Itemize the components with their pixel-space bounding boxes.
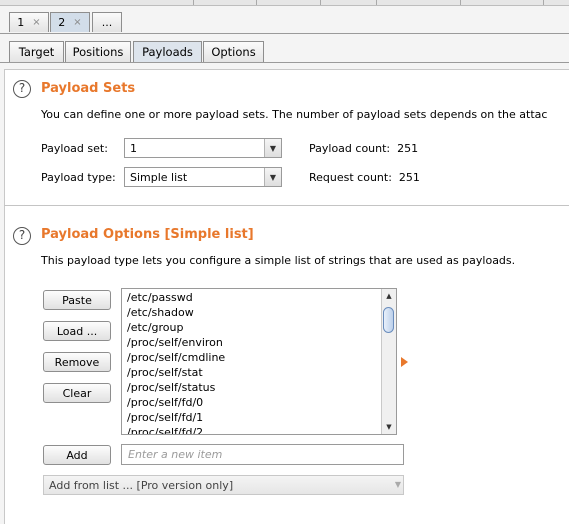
list-item[interactable]: /proc/self/environ <box>127 335 225 350</box>
request-tab-1[interactable]: 1 × <box>9 12 49 32</box>
request-tab-more[interactable]: ... <box>92 12 122 32</box>
list-item[interactable]: /etc/shadow <box>127 305 225 320</box>
tab-target[interactable]: Target <box>9 41 64 62</box>
payload-options-description: This payload type lets you configure a s… <box>41 254 516 267</box>
clear-button[interactable]: Clear <box>43 383 111 403</box>
scroll-down-icon[interactable]: ▼ <box>382 420 396 434</box>
list-item[interactable]: /etc/group <box>127 320 225 335</box>
list-item[interactable]: /etc/passwd <box>127 290 225 305</box>
remove-button[interactable]: Remove <box>43 352 111 372</box>
request-count-label: Request count: 251 <box>309 171 420 184</box>
request-tab-label: 2 <box>58 16 66 29</box>
tab-payloads[interactable]: Payloads <box>133 41 202 62</box>
add-from-list-select: Add from list ... [Pro version only] ▼ <box>43 475 404 495</box>
payload-count-label: Payload count: 251 <box>309 142 418 155</box>
section-divider <box>4 205 569 206</box>
request-count-value: 251 <box>398 171 420 184</box>
request-tab-2[interactable]: 2 × <box>50 12 90 32</box>
new-item-field[interactable] <box>121 444 404 465</box>
list-item[interactable]: /proc/self/status <box>127 380 225 395</box>
main-tab-divider <box>193 0 194 5</box>
load-button[interactable]: Load ... <box>43 321 111 341</box>
subtab-row-divider <box>0 62 569 63</box>
payload-count-caption: Payload count: <box>309 142 391 155</box>
payload-list-items: /etc/passwd /etc/shadow /etc/group /proc… <box>127 290 225 434</box>
request-count-caption: Request count: <box>309 171 392 184</box>
payload-set-label: Payload set: <box>41 142 108 155</box>
payload-sets-description: You can define one or more payload sets.… <box>41 108 548 121</box>
new-item-input[interactable] <box>122 445 403 464</box>
paste-button[interactable]: Paste <box>43 290 111 310</box>
request-tab-label: 1 <box>17 16 25 29</box>
help-icon[interactable]: ? <box>13 227 31 245</box>
main-tab-divider <box>320 0 321 5</box>
list-item[interactable]: /proc/self/fd/2 <box>127 425 225 434</box>
main-tab-divider <box>543 0 544 5</box>
payload-sets-title: Payload Sets <box>41 81 136 96</box>
expand-arrow-icon[interactable] <box>401 357 408 367</box>
add-button[interactable]: Add <box>43 445 111 465</box>
request-tab-label: ... <box>101 16 113 29</box>
tab-options[interactable]: Options <box>203 41 264 62</box>
add-from-list-value: Add from list ... [Pro version only] <box>49 479 234 492</box>
close-icon[interactable]: × <box>32 17 40 28</box>
list-item[interactable]: /proc/self/cmdline <box>127 350 225 365</box>
payload-set-select[interactable]: 1 ▼ <box>124 138 282 158</box>
payload-count-value: 251 <box>397 142 419 155</box>
tab-positions[interactable]: Positions <box>65 41 131 62</box>
help-icon[interactable]: ? <box>13 80 31 98</box>
list-item[interactable]: /proc/self/fd/0 <box>127 395 225 410</box>
close-icon[interactable]: × <box>73 17 81 28</box>
chevron-down-icon: ▼ <box>264 139 281 157</box>
tab-row-divider <box>0 33 569 34</box>
payload-set-value: 1 <box>130 142 137 155</box>
list-scrollbar[interactable]: ▲ ▼ <box>381 289 396 434</box>
payload-type-select[interactable]: Simple list ▼ <box>124 167 282 187</box>
chevron-down-icon: ▼ <box>264 168 281 186</box>
payload-type-label: Payload type: <box>41 171 116 184</box>
chevron-down-icon: ▼ <box>394 480 401 489</box>
payload-type-value: Simple list <box>130 171 188 184</box>
payload-options-title: Payload Options [Simple list] <box>41 227 254 242</box>
scroll-up-icon[interactable]: ▲ <box>382 289 396 303</box>
main-tab-divider <box>376 0 377 5</box>
list-item[interactable]: /proc/self/stat <box>127 365 225 380</box>
main-tab-divider <box>256 0 257 5</box>
main-tab-divider <box>460 0 461 5</box>
main-tab-strip <box>0 0 569 6</box>
payload-list[interactable]: /etc/passwd /etc/shadow /etc/group /proc… <box>121 288 397 435</box>
scrollbar-thumb[interactable] <box>383 307 394 333</box>
list-item[interactable]: /proc/self/fd/1 <box>127 410 225 425</box>
